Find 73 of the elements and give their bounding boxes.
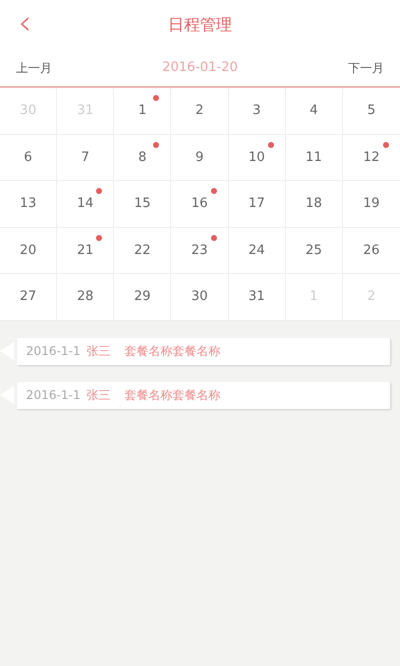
- day-number: 13: [20, 195, 36, 214]
- day-cell[interactable]: 12: [342, 134, 400, 182]
- day-cell[interactable]: 23: [171, 228, 229, 274]
- day-number: 4: [310, 102, 318, 120]
- day-number: 18: [306, 195, 322, 214]
- day-number: 17: [248, 195, 265, 214]
- event-package: 套餐名称套餐名称: [124, 387, 220, 404]
- day-cell[interactable]: 26: [342, 228, 400, 274]
- day-cell[interactable]: 11: [286, 134, 343, 182]
- day-cell[interactable]: 24: [228, 228, 286, 274]
- day-number: 24: [248, 242, 265, 260]
- event-package: 套餐名称套餐名称: [124, 343, 220, 360]
- next-month-link[interactable]: 下一月: [348, 59, 384, 77]
- day-number: 29: [134, 288, 151, 306]
- page-title: 日程管理: [168, 14, 232, 36]
- day-cell[interactable]: 6: [0, 134, 58, 182]
- day-number: 3: [252, 102, 261, 120]
- day-cell[interactable]: 18: [286, 181, 343, 228]
- day-number: 25: [306, 242, 322, 260]
- day-number: 19: [363, 195, 380, 214]
- current-date: 2016-01-20: [162, 59, 238, 78]
- day-cell[interactable]: 13: [0, 181, 58, 228]
- day-cell[interactable]: 29: [114, 274, 172, 321]
- day-cell[interactable]: 22: [114, 228, 172, 274]
- day-number: 27: [20, 288, 36, 306]
- day-number: 31: [248, 288, 265, 306]
- back-button[interactable]: ‹: [12, 6, 38, 40]
- day-cell[interactable]: 9: [171, 134, 229, 182]
- day-number: 14: [76, 195, 94, 214]
- day-cell[interactable]: 8: [114, 134, 172, 182]
- day-number: 22: [134, 242, 151, 260]
- day-cell[interactable]: 14: [57, 181, 114, 228]
- day-cell[interactable]: 16: [171, 181, 229, 228]
- day-cell[interactable]: 20: [0, 228, 58, 274]
- day-cell[interactable]: 2: [171, 88, 229, 135]
- day-number: 26: [363, 242, 380, 260]
- day-cell[interactable]: 15: [114, 181, 172, 228]
- day-cell[interactable]: 30: [171, 274, 229, 321]
- day-number: 6: [24, 148, 32, 167]
- day-number: 9: [195, 148, 204, 167]
- event-person: 张三: [86, 343, 110, 360]
- day-number: 23: [191, 242, 208, 260]
- day-number: 16: [191, 195, 208, 214]
- day-number: 8: [138, 148, 146, 167]
- day-cell[interactable]: 5: [342, 88, 400, 135]
- day-number: 2: [195, 102, 204, 120]
- event-date: 2016-1-1: [26, 387, 80, 404]
- day-cell[interactable]: 4: [286, 88, 343, 135]
- day-number: 28: [76, 288, 94, 306]
- day-cell[interactable]: 17: [228, 181, 286, 228]
- day-number: 12: [363, 148, 380, 167]
- day-cell[interactable]: 25: [286, 228, 343, 274]
- day-number: 20: [20, 242, 36, 260]
- day-number: 7: [81, 148, 90, 167]
- day-cell[interactable]: 27: [0, 274, 58, 321]
- day-cell[interactable]: 7: [57, 134, 114, 182]
- event-date: 2016-1-1: [26, 343, 80, 360]
- day-cell[interactable]: 28: [57, 274, 114, 321]
- day-cell[interactable]: 21: [57, 228, 114, 274]
- day-cell[interactable]: 19: [342, 181, 400, 228]
- day-number: 11: [306, 148, 322, 167]
- day-cell[interactable]: 10: [228, 134, 286, 182]
- day-number: 5: [367, 102, 376, 120]
- day-number: 1: [138, 102, 146, 120]
- previous-month-link[interactable]: 上一月: [16, 59, 52, 77]
- day-number: 30: [191, 288, 208, 306]
- day-cell[interactable]: 31: [228, 274, 286, 321]
- day-number: 15: [134, 195, 151, 214]
- day-cell[interactable]: 1: [114, 88, 172, 135]
- day-cell[interactable]: 3: [228, 88, 286, 135]
- event-person: 张三: [86, 387, 110, 404]
- day-number: 10: [248, 148, 265, 167]
- day-number: 21: [76, 242, 94, 260]
